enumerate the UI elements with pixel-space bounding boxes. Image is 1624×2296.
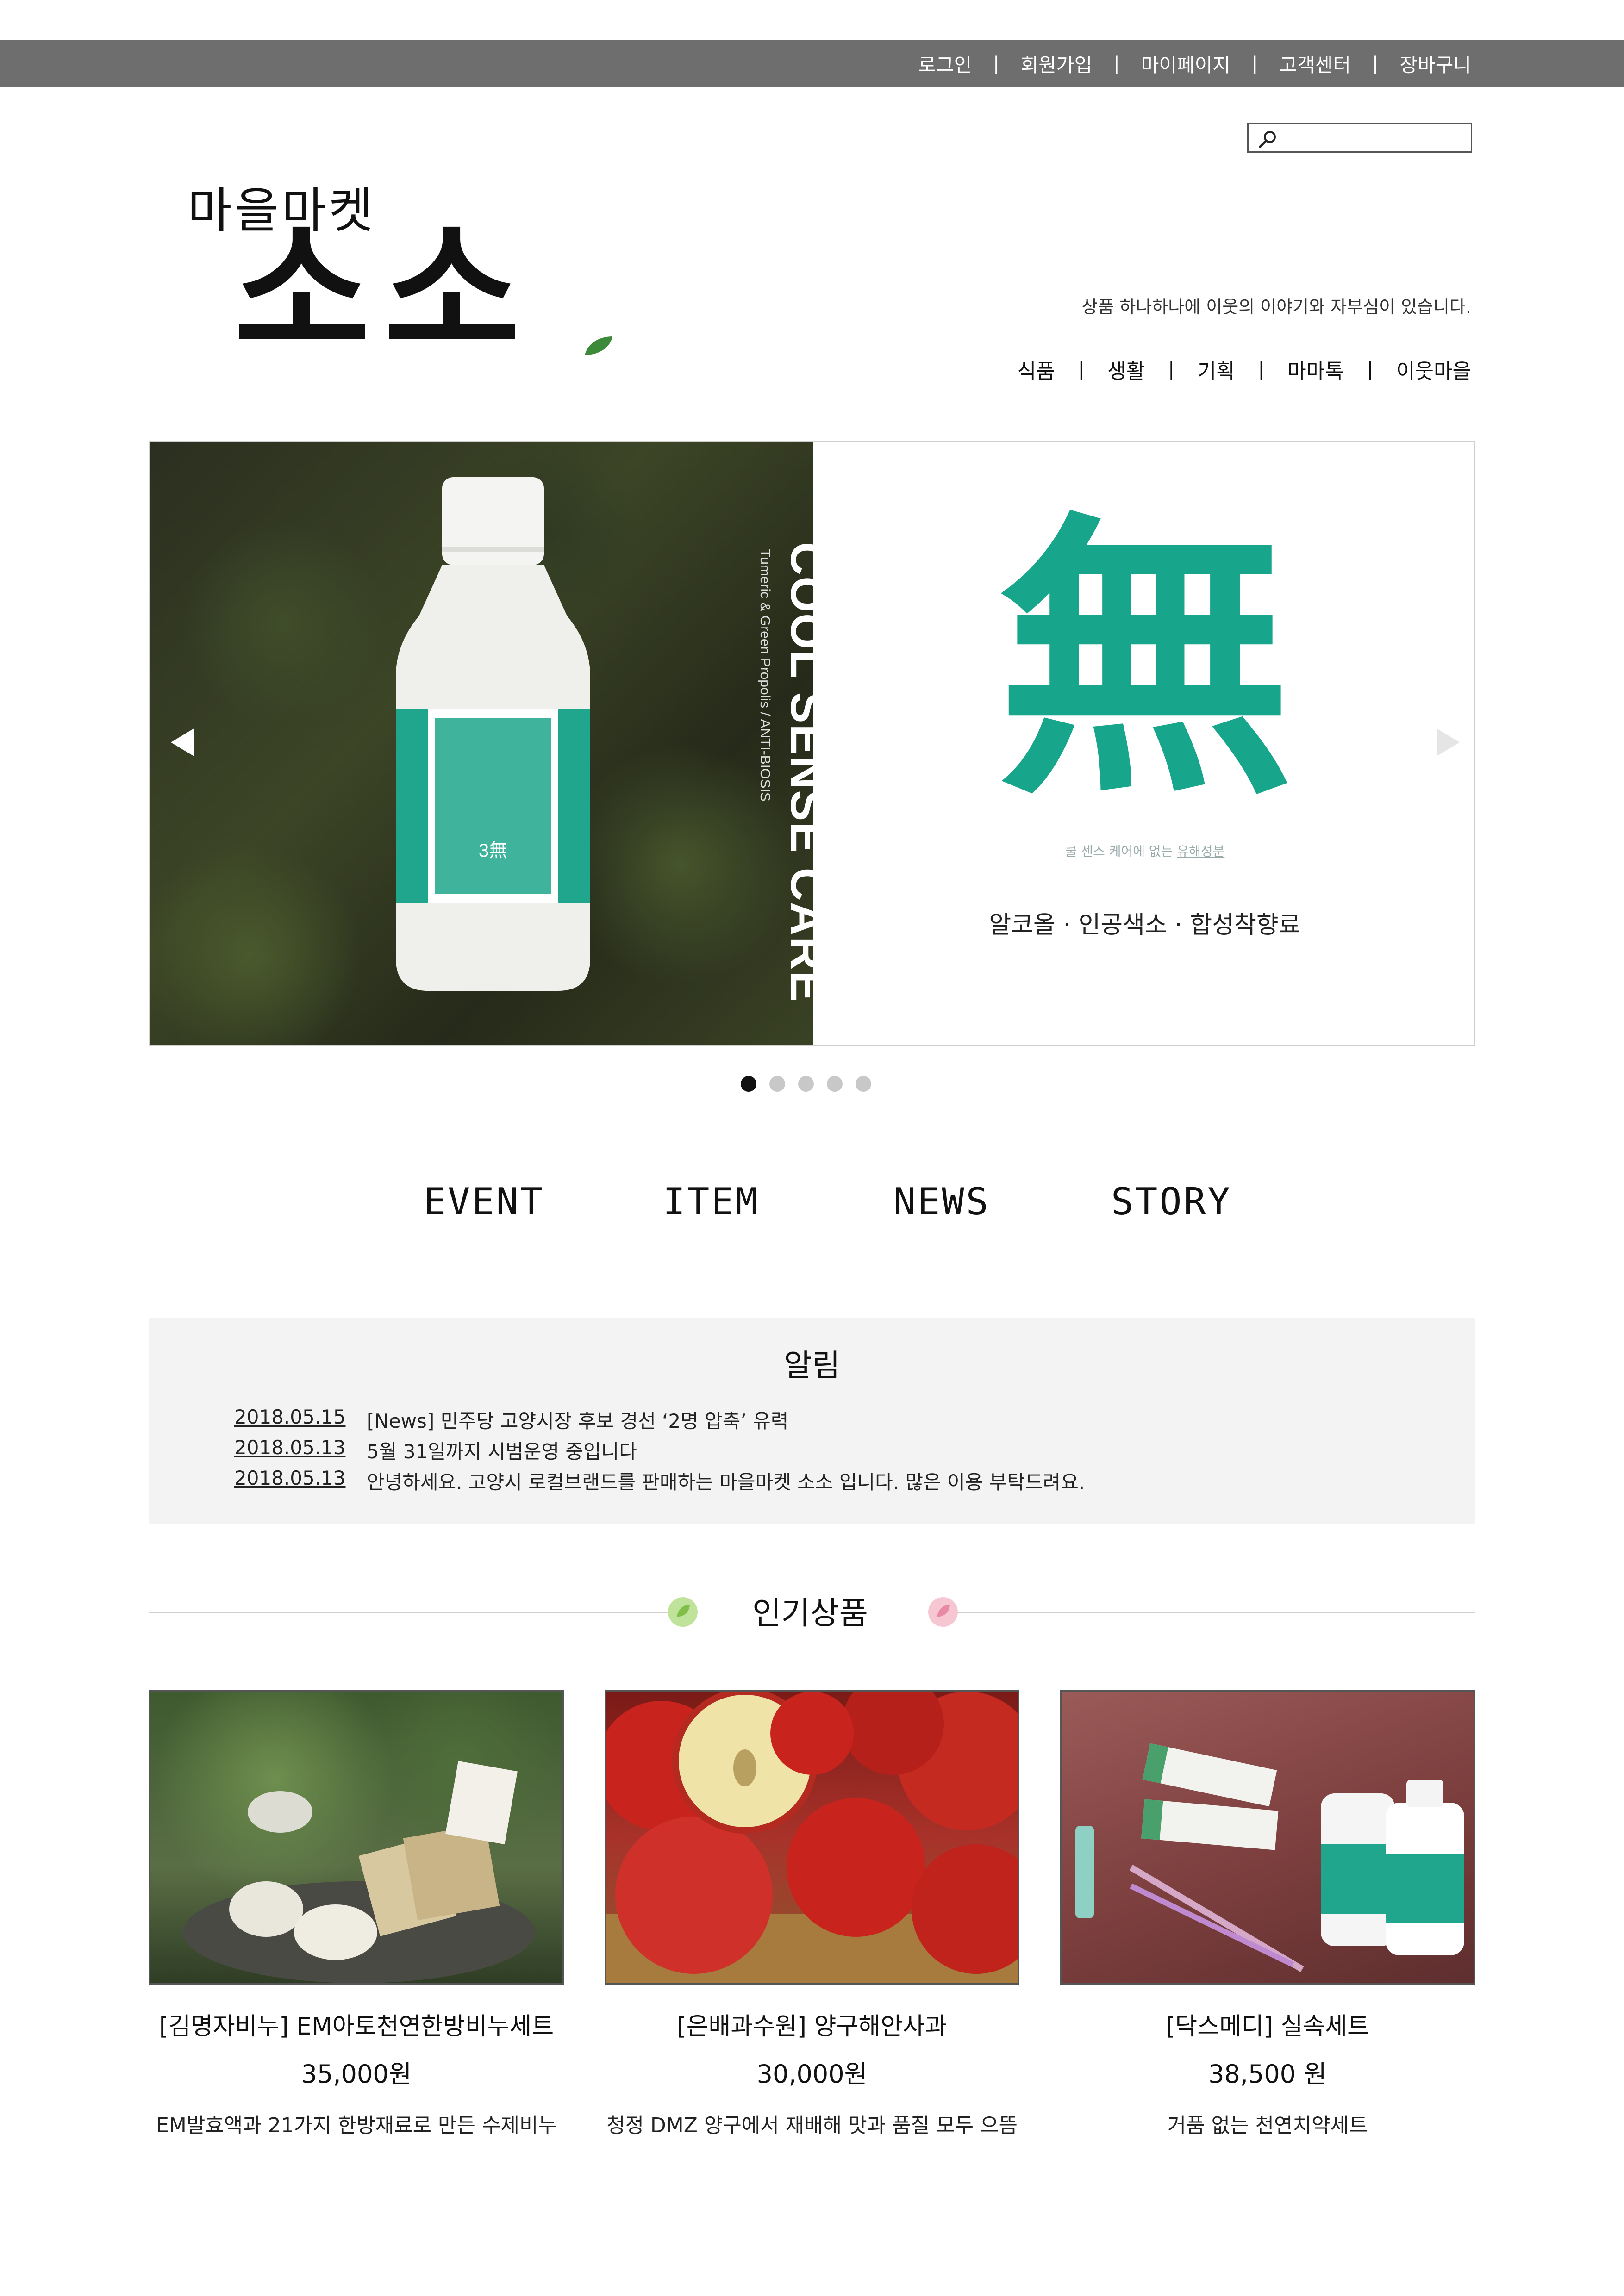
top-utility-bar: 로그인 | 회원가입 | 마이페이지 | 고객센터 | 장바구니 [0,40,1624,87]
product-price: 38,500 원 [1208,2060,1327,2089]
category-living[interactable]: 생활 [1107,355,1145,384]
product-price: 35,000원 [301,2060,412,2089]
search-box[interactable] [1247,123,1472,153]
category-nav: 식품 | 생활 | 기획 | 마마톡 | 이웃마을 [1018,355,1471,384]
tagline: 상품 하나하나에 이웃의 이야기와 자부심이 있습니다. [1081,297,1471,317]
slider-pagination [741,1076,871,1092]
search-input[interactable] [1285,127,1465,149]
pink-leaf-icon [928,1597,958,1627]
svg-text:3無: 3無 [479,840,507,861]
slide-dot-2[interactable] [769,1076,785,1092]
divider-line [149,1612,668,1613]
tab-news[interactable]: NEWS [893,1180,990,1223]
divider-line [956,1612,1475,1613]
slide-dot-4[interactable] [827,1076,843,1092]
tab-item[interactable]: ITEM [663,1180,760,1223]
category-special[interactable]: 기획 [1198,355,1235,384]
tab-story[interactable]: STORY [1111,1180,1232,1223]
login-link[interactable]: 로그인 [918,50,972,78]
divider: | [1367,359,1374,380]
category-mamatalk[interactable]: 마마톡 [1287,355,1343,384]
section-tabs: EVENT ITEM NEWS STORY [0,1180,1624,1226]
top-utility-nav: 로그인 | 회원가입 | 마이페이지 | 고객센터 | 장바구니 [918,40,1471,87]
tab-event[interactable]: EVENT [424,1180,544,1223]
divider: | [1372,53,1379,74]
divider: | [1168,359,1174,380]
divider: | [1251,53,1258,74]
hero-caption-underlined: 유해성분 [1177,844,1225,859]
notice-item[interactable]: 2018.05.13 안녕하세요. 고양시 로컬브랜드를 판매하는 마을마켓 소… [234,1467,1085,1495]
notice-date: 2018.05.13 [234,1467,346,1489]
product-price: 30,000원 [756,2060,868,2089]
slide-dot-5[interactable] [856,1076,871,1092]
next-slide-arrow-icon[interactable] [1437,728,1460,756]
product-image-apple[interactable] [605,1690,1019,1985]
hero-message-panel: 無 쿨 센스 케어에 없는 유해성분 알코올 · 인공색소 · 합성착향료 [813,442,1474,1045]
divider: | [1078,359,1085,380]
cart-link[interactable]: 장바구니 [1399,50,1471,78]
hero-product-image: 3無 COOL SENSE CARE Tumeric & Green Propo… [150,442,833,1045]
notice-text[interactable]: 안녕하세요. 고양시 로컬브랜드를 판매하는 마을마켓 소소 입니다. 많은 이… [367,1467,1085,1495]
apple-illustration [606,1692,1018,1983]
hero-caption: 쿨 센스 케어에 없는 유해성분 [813,841,1474,860]
product-card[interactable]: [김명자비누] EM아토천연한방비누세트 35,000원 EM발효액과 21가지… [149,1690,564,2138]
soap-set-illustration [183,1761,535,1983]
bottle-image: 3無 [396,477,590,991]
notice-item[interactable]: 2018.05.13 5월 31일까지 시범운영 중입니다 [234,1436,637,1464]
slide-dot-1[interactable] [741,1076,756,1092]
customer-center-link[interactable]: 고객센터 [1279,50,1351,78]
notice-item[interactable]: 2018.05.15 [News] 민주당 고양시장 후보 경선 ‘2명 압축’… [234,1406,788,1434]
product-name[interactable]: [은배과수원] 양구해안사과 [605,2007,1019,2041]
product-name[interactable]: [김명자비누] EM아토천연한방비누세트 [149,2007,564,2041]
popular-title: 인기상품 [752,1595,868,1632]
hero-headline: 알코올 · 인공색소 · 합성착향료 [989,911,1301,939]
product-name[interactable]: [닥스메디] 실속세트 [1060,2007,1475,2041]
product-description: 청정 DMZ 양구에서 재배해 맛과 품질 모두 으뜸 [606,2114,1018,2137]
signup-link[interactable]: 회원가입 [1021,50,1093,78]
notice-date: 2018.05.13 [234,1436,346,1459]
product-card[interactable]: [은배과수원] 양구해안사과 30,000원 청정 DMZ 양구에서 재배해 맛… [605,1690,1019,2138]
leaf-icon [585,336,612,355]
notice-text[interactable]: [News] 민주당 고양시장 후보 경선 ‘2명 압축’ 유력 [367,1406,788,1434]
product-card[interactable]: [닥스메디] 실속세트 38,500 원 거품 없는 천연치약세트 [1060,1690,1475,2138]
product-image-toothpaste[interactable] [1060,1690,1475,1985]
logo-wordmark[interactable]: 소소 [234,218,534,366]
hero-caption-prefix: 쿨 센스 케어에 없는 [1065,844,1177,859]
category-neighbor[interactable]: 이웃마을 [1396,355,1471,384]
product-description: 거품 없는 천연치약세트 [1167,2114,1368,2137]
notice-date: 2018.05.15 [234,1406,346,1428]
search-icon[interactable] [1258,129,1278,149]
bottle-sub-text: Tumeric & Green Propolis / ANTI-BIOSIS [757,549,773,802]
notice-text[interactable]: 5월 31일까지 시범운영 중입니다 [367,1436,637,1464]
toothpaste-set-illustration [1075,1743,1464,1972]
slide-dot-3[interactable] [798,1076,814,1092]
notice-board: 알림 2018.05.15 [News] 민주당 고양시장 후보 경선 ‘2명 … [149,1318,1475,1524]
divider: | [993,53,999,74]
notice-title: 알림 [784,1348,840,1383]
category-food[interactable]: 식품 [1018,355,1055,384]
divider: | [1113,53,1120,74]
product-image-soap[interactable] [149,1690,564,1985]
mypage-link[interactable]: 마이페이지 [1141,50,1230,78]
divider: | [1258,359,1265,380]
hero-slider[interactable]: 3無 COOL SENSE CARE Tumeric & Green Propo… [149,441,1475,1046]
product-description: EM발효액과 21가지 한방재료로 만든 수제비누 [156,2114,557,2137]
prev-slide-arrow-icon[interactable] [171,728,194,756]
hero-symbol: 無 [997,486,1293,834]
